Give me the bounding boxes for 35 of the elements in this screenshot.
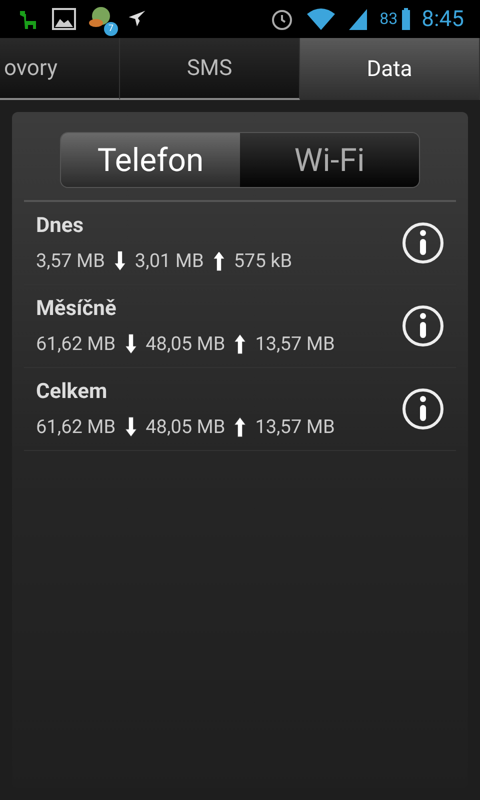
upload-usage: 13,57 MB [255, 414, 335, 440]
tab[interactable]: SMS [120, 38, 300, 100]
total-usage: 3,57 MB [36, 248, 105, 274]
upload-usage: 13,57 MB [255, 330, 335, 356]
signal-icon [348, 7, 368, 31]
info-icon[interactable] [402, 222, 444, 264]
down-arrow-icon [112, 250, 127, 272]
download-usage: 48,05 MB [146, 330, 226, 356]
tab[interactable]: ovory [0, 38, 120, 100]
down-arrow-icon [124, 416, 138, 438]
image-icon [52, 8, 76, 30]
up-arrow-icon [212, 250, 226, 272]
download-usage: 3,01 MB [134, 248, 204, 274]
chat-bubble-icon [88, 6, 112, 30]
notification-badge: 7 [104, 22, 118, 36]
alarm-clock-icon [270, 7, 294, 31]
total-usage: 61,62 MB [36, 414, 116, 440]
upload-usage: 575 kB [234, 248, 292, 274]
period-title: Dnes [36, 213, 85, 240]
segment-tab[interactable]: Wi-Fi [240, 133, 419, 187]
battery-percent: 83 [380, 8, 398, 30]
period-title: Celkem [36, 379, 108, 406]
clock-time: 8:45 [422, 6, 464, 34]
period-title: Měsíčně [36, 296, 118, 323]
down-arrow-icon [124, 332, 138, 355]
tab[interactable]: Data [300, 38, 480, 100]
info-icon[interactable] [402, 388, 444, 430]
battery-icon [402, 8, 410, 30]
wifi-icon [306, 7, 336, 31]
info-icon[interactable] [402, 305, 444, 347]
up-arrow-icon [233, 416, 248, 438]
download-usage: 48,05 MB [146, 414, 226, 440]
total-usage: 61,62 MB [36, 330, 116, 356]
up-arrow-icon [233, 332, 248, 355]
segment-tab[interactable]: Telefon [61, 133, 240, 187]
